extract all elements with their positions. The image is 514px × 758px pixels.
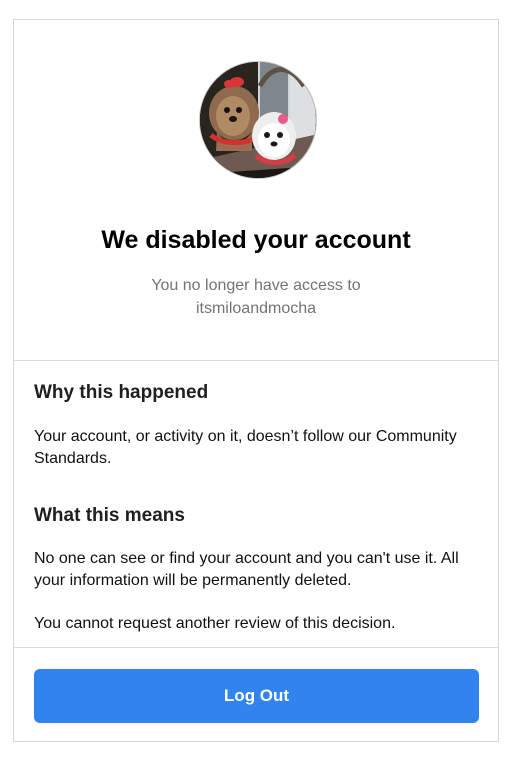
what-means-description: No one can see or find your account and … [34, 550, 459, 589]
disable-details: Why this happened Your account, or activ… [34, 380, 479, 650]
profile-avatar [199, 61, 317, 179]
review-decision-message: You cannot request another review of thi… [34, 615, 396, 632]
why-heading: Why this happened [34, 382, 209, 403]
account-status-header: We disabled your account You no longer h… [14, 20, 498, 361]
disabled-account-card: We disabled your account You no longer h… [13, 19, 499, 742]
what-means-heading: What this means [34, 505, 185, 526]
page-title: We disabled your account [101, 226, 411, 254]
why-description: Your account, or activity on it, doesn’t… [34, 428, 457, 467]
logout-button[interactable]: Log Out [34, 669, 479, 723]
account-access-message: You no longer have access to itsmiloandm… [151, 277, 361, 317]
profile-photo-dogs [200, 62, 316, 178]
actions-footer: Log Out [14, 647, 498, 742]
